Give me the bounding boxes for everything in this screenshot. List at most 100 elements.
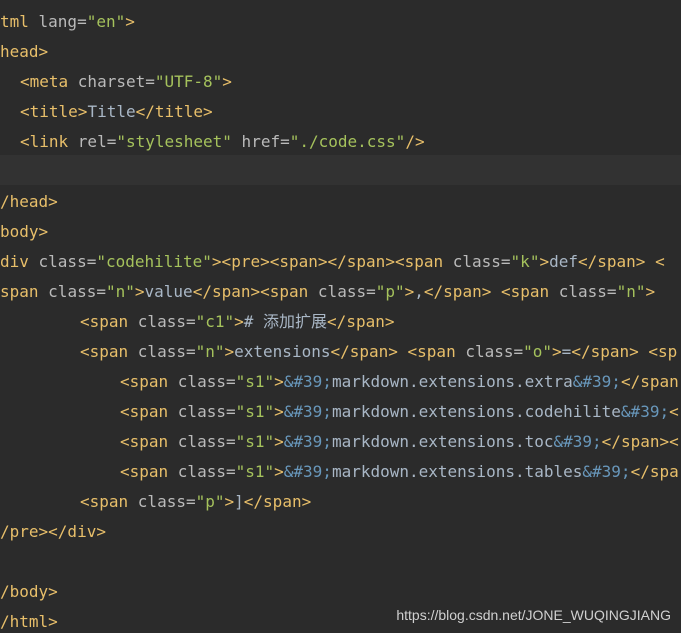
- code-token: "p": [375, 282, 405, 301]
- code-line: <title>Title</title>: [20, 97, 213, 127]
- code-token: <span: [120, 462, 178, 481]
- code-token: "k": [510, 252, 540, 271]
- code-line: tml lang="en">: [0, 7, 135, 37]
- code-line: <link rel="stylesheet" href="./code.css"…: [20, 127, 425, 157]
- code-token: "c1": [195, 312, 235, 331]
- code-token: def: [549, 252, 578, 271]
- code-token: >: [222, 72, 232, 91]
- code-token: class=: [48, 282, 106, 301]
- code-token: >: [645, 282, 656, 301]
- code-token: &#39;: [620, 402, 670, 421]
- code-token: >: [539, 252, 550, 271]
- code-token: body>: [0, 222, 49, 241]
- code-token: >: [274, 402, 284, 421]
- code-token: span: [0, 282, 49, 301]
- code-token: "codehilite": [96, 252, 212, 271]
- code-token: "s1": [235, 402, 275, 421]
- code-token: </span>: [243, 492, 312, 511]
- code-token: <: [669, 402, 679, 421]
- code-line: <span class="c1"># 添加扩展</span>: [80, 307, 394, 337]
- code-token: </span: [620, 372, 679, 391]
- code-token: <meta: [20, 72, 78, 91]
- code-token: rel=: [77, 132, 117, 151]
- code-token: div: [0, 252, 39, 271]
- code-token: head>: [0, 42, 49, 61]
- code-token: /head>: [0, 192, 58, 211]
- code-token: value: [144, 282, 193, 301]
- code-token: >: [274, 462, 284, 481]
- code-token: "UTF-8": [154, 72, 223, 91]
- code-line: /html>: [0, 607, 58, 633]
- code-token: /html>: [0, 612, 58, 631]
- code-token: markdown.extensions.extra: [331, 372, 573, 391]
- code-token: ><pre><span></span><span: [211, 252, 453, 271]
- code-token: lang=: [38, 12, 87, 31]
- code-editor[interactable]: tml lang="en"> head> <meta charset="UTF-8"…: [0, 0, 681, 633]
- code-token: class=: [317, 282, 376, 301]
- code-token: >: [274, 372, 284, 391]
- code-line: <span class="s1">&#39;markdown.extension…: [120, 427, 679, 457]
- code-token: </span><: [601, 432, 679, 451]
- code-token: "n": [616, 282, 646, 301]
- current-line-highlight: [0, 155, 681, 185]
- code-line: /head>: [0, 187, 58, 217]
- code-token: &#39;: [553, 432, 602, 451]
- code-token: >: [224, 492, 235, 511]
- watermark: https://blog.csdn.net/JONE_WUQINGJIANG: [396, 607, 671, 623]
- code-token: <span: [120, 372, 178, 391]
- code-token: "s1": [235, 432, 275, 451]
- code-token: markdown.extensions.tables: [331, 462, 583, 481]
- code-token: =: [561, 342, 572, 361]
- code-token: >: [234, 312, 244, 331]
- code-line: head>: [0, 37, 48, 67]
- code-line: <span class="n">extensions</span> <span …: [80, 337, 677, 367]
- code-token: >: [125, 12, 135, 31]
- code-token: <span: [80, 312, 138, 331]
- code-token: extensions: [234, 342, 331, 361]
- code-line: <span class="s1">&#39;markdown.extension…: [120, 397, 679, 427]
- code-token: "p": [195, 492, 225, 511]
- code-token: </title>: [135, 102, 213, 121]
- code-token: "s1": [235, 462, 275, 481]
- code-token: <span: [120, 432, 178, 451]
- code-line: span class="n">value</span><span class="…: [0, 277, 655, 307]
- code-token: charset=: [77, 72, 155, 91]
- code-token: class=: [452, 252, 511, 271]
- code-token: <span: [80, 342, 138, 361]
- code-token: class=: [177, 432, 236, 451]
- code-token: class=: [465, 342, 524, 361]
- code-token: >: [134, 282, 145, 301]
- code-token: "n": [105, 282, 135, 301]
- code-token: class=: [177, 402, 236, 421]
- code-token: <link: [20, 132, 78, 151]
- code-token: class=: [38, 252, 97, 271]
- code-line: <span class="p">]</span>: [80, 487, 311, 517]
- code-token: "o": [523, 342, 553, 361]
- code-token: class=: [137, 492, 196, 511]
- code-token: ,: [414, 282, 424, 301]
- code-token: "s1": [235, 372, 275, 391]
- code-token: >: [552, 342, 562, 361]
- code-token: /pre></div>: [0, 522, 106, 541]
- code-line: /pre></div>: [0, 517, 106, 547]
- code-token: &#39;: [283, 462, 332, 481]
- code-token: class=: [558, 282, 617, 301]
- code-token: &#39;: [582, 462, 631, 481]
- code-token: Title: [87, 102, 136, 121]
- code-line: div class="codehilite"><pre><span></span…: [0, 247, 665, 277]
- code-line: /body>: [0, 577, 58, 607]
- code-token: tml: [0, 12, 39, 31]
- code-token: </span> <sp: [571, 342, 678, 361]
- code-token: "stylesheet": [116, 132, 232, 151]
- code-token: ]: [234, 492, 244, 511]
- code-token: >: [404, 282, 415, 301]
- code-line: body>: [0, 217, 48, 247]
- code-token: <title>: [20, 102, 88, 121]
- code-token: class=: [137, 312, 196, 331]
- code-token: "./code.css": [289, 132, 406, 151]
- code-token: # 添加扩展: [243, 312, 328, 331]
- code-token: </span> <: [578, 252, 665, 271]
- code-line: <span class="s1">&#39;markdown.extension…: [120, 367, 679, 397]
- code-line: <meta charset="UTF-8">: [20, 67, 232, 97]
- code-token: &#39;: [283, 372, 332, 391]
